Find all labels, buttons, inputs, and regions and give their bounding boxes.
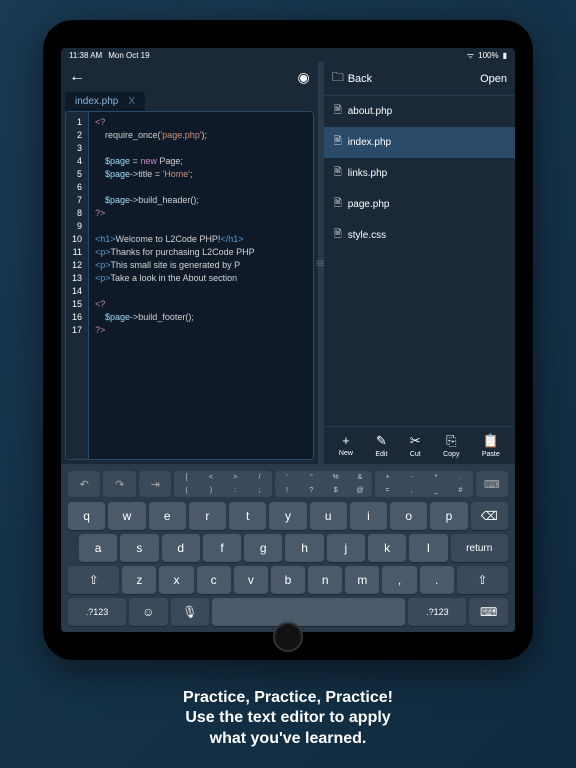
redo-key[interactable]: ↷ <box>103 471 135 497</box>
open-button[interactable]: Open <box>480 73 507 85</box>
key-g[interactable]: g <box>244 534 282 562</box>
file-item-index[interactable]: 🗎index.php <box>324 127 515 158</box>
status-time: 11:38 AM <box>69 51 102 60</box>
shift-key[interactable]: ⇧ <box>68 566 119 594</box>
numkey-left[interactable]: .?123 <box>68 598 126 626</box>
tab-key[interactable]: ⇥ <box>139 471 171 497</box>
plus-icon: + <box>342 433 350 448</box>
key-w[interactable]: w <box>108 502 145 530</box>
marketing-caption: Practice, Practice, Practice! Use the te… <box>0 688 576 750</box>
file-list: 🗎about.php 🗎index.php 🗎links.php 🗎page.p… <box>324 96 515 426</box>
file-back-button[interactable]: 🗀 Back <box>332 68 372 89</box>
hide-keyboard-key[interactable]: ⌨ <box>476 471 508 497</box>
tab-filename: index.php <box>75 96 118 107</box>
key-m[interactable]: m <box>345 566 379 594</box>
key-q[interactable]: q <box>68 502 105 530</box>
symbol-group-2[interactable]: '"%&!?$@ <box>275 471 372 497</box>
screen: 11:38 AM Mon Oct 19 ᯤ 100% ▮ ← ◉ i n d <box>61 48 515 632</box>
key-v[interactable]: v <box>234 566 268 594</box>
return-key[interactable]: return <box>451 534 508 562</box>
code-editor[interactable]: 1234567891011121314151617 <? require_onc… <box>65 111 314 460</box>
key-t[interactable]: t <box>229 502 266 530</box>
key-f[interactable]: f <box>203 534 241 562</box>
tab-close-icon[interactable]: X <box>128 96 135 107</box>
mic-key[interactable]: 🎙 <box>171 598 210 626</box>
key-r[interactable]: r <box>189 502 226 530</box>
key-e[interactable]: e <box>149 502 186 530</box>
key-s[interactable]: s <box>120 534 158 562</box>
key-l[interactable]: l <box>409 534 447 562</box>
file-icon: 🗎 <box>334 103 342 120</box>
key-y[interactable]: y <box>269 502 306 530</box>
key-period[interactable]: . <box>420 566 454 594</box>
undo-key[interactable]: ↶ <box>68 471 100 497</box>
file-item-style[interactable]: 🗎style.css <box>324 220 515 251</box>
folder-icon: 🗀 <box>332 68 344 89</box>
key-c[interactable]: c <box>197 566 231 594</box>
cut-button[interactable]: ✂Cut <box>410 433 421 458</box>
code-content[interactable]: <? require_once('page.php'); $page = new… <box>89 112 261 459</box>
editor-panel: ← ◉ index.php X 123456789101112131415161… <box>61 62 318 464</box>
file-icon: 🗎 <box>334 196 342 213</box>
key-o[interactable]: o <box>390 502 427 530</box>
key-n[interactable]: n <box>308 566 342 594</box>
key-b[interactable]: b <box>271 566 305 594</box>
copy-button[interactable]: ⎘Copy <box>443 433 459 458</box>
new-button[interactable]: +New <box>339 433 353 458</box>
key-k[interactable]: k <box>368 534 406 562</box>
numkey-right[interactable]: .?123 <box>408 598 466 626</box>
dismiss-keyboard-key[interactable]: ⌨ <box>469 598 508 626</box>
file-item-about[interactable]: 🗎about.php <box>324 96 515 127</box>
status-bar: 11:38 AM Mon Oct 19 ᯤ 100% ▮ <box>61 48 515 62</box>
file-icon: 🗎 <box>334 134 342 151</box>
space-key[interactable] <box>212 598 405 626</box>
symbol-group-1[interactable]: [<>/():; <box>174 471 271 497</box>
editor-tab[interactable]: index.php X <box>65 92 145 111</box>
key-z[interactable]: z <box>122 566 156 594</box>
scissors-icon: ✂ <box>410 433 421 449</box>
paste-icon: 📋 <box>483 433 499 449</box>
wifi-icon: ᯤ <box>467 50 474 61</box>
edit-button[interactable]: ✎Edit <box>375 433 387 458</box>
key-u[interactable]: u <box>310 502 347 530</box>
key-h[interactable]: h <box>285 534 323 562</box>
emoji-key[interactable]: ☺ <box>129 598 168 626</box>
pencil-icon: ✎ <box>376 433 387 449</box>
shift-key-right[interactable]: ⇧ <box>457 566 508 594</box>
keyboard: ↶ ↷ ⇥ [<>/():; '"%&!?$@ +-*.=,_# ⌨ q w e… <box>61 464 515 632</box>
file-icon: 🗎 <box>334 227 342 244</box>
back-arrow-icon[interactable]: ← <box>69 68 85 86</box>
symbol-group-3[interactable]: +-*.=,_# <box>375 471 472 497</box>
copy-icon: ⎘ <box>446 433 456 449</box>
file-item-page[interactable]: 🗎page.php <box>324 189 515 220</box>
key-p[interactable]: p <box>430 502 467 530</box>
key-j[interactable]: j <box>327 534 365 562</box>
key-x[interactable]: x <box>159 566 193 594</box>
file-icon: 🗎 <box>334 165 342 182</box>
key-d[interactable]: d <box>162 534 200 562</box>
ipad-frame: 11:38 AM Mon Oct 19 ᯤ 100% ▮ ← ◉ i n d <box>43 20 533 660</box>
file-browser-panel: 🗀 Back Open 🗎about.php 🗎index.php 🗎links… <box>324 62 515 464</box>
file-toolbar: +New ✎Edit ✂Cut ⎘Copy 📋Paste <box>324 426 515 464</box>
status-date: Mon Oct 19 <box>108 51 149 60</box>
paste-button[interactable]: 📋Paste <box>482 433 500 458</box>
line-numbers: 1234567891011121314151617 <box>66 112 89 459</box>
home-button[interactable] <box>273 622 303 652</box>
battery-icon: ▮ <box>503 51 507 60</box>
battery-percent: 100% <box>478 51 498 60</box>
key-comma[interactable]: , <box>382 566 416 594</box>
key-a[interactable]: a <box>79 534 117 562</box>
backspace-key[interactable]: ⌫ <box>471 502 508 530</box>
preview-eye-icon[interactable]: ◉ <box>297 69 309 86</box>
file-item-links[interactable]: 🗎links.php <box>324 158 515 189</box>
key-i[interactable]: i <box>350 502 387 530</box>
